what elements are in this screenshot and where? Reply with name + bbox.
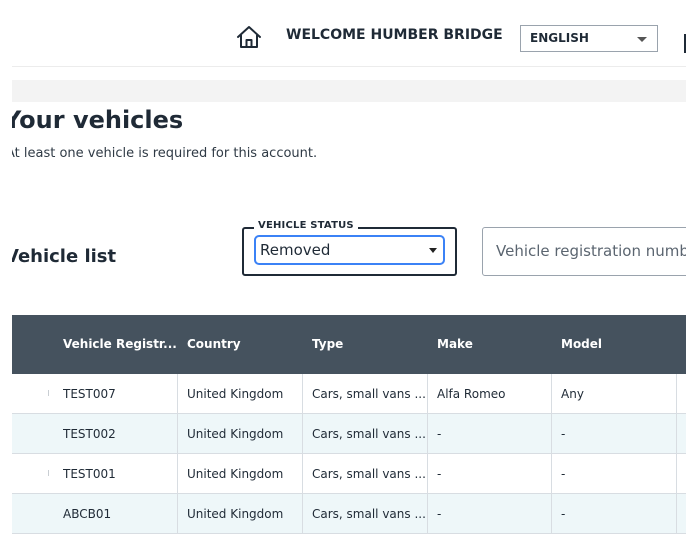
column-divider [177,454,178,494]
cell-type: Cars, small vans ... [312,467,426,481]
vehicle-status-select[interactable]: Removed [254,235,445,265]
breadcrumb-band [12,80,686,102]
column-divider [177,414,178,454]
column-divider [177,374,178,414]
cell-registration: TEST007 [63,387,116,401]
cell-registration: ABCB01 [63,507,112,521]
cell-country: United Kingdom [187,387,284,401]
vehicle-status-value: Removed [260,241,331,259]
vehicle-list-title: Vehicle list [5,246,117,267]
cell-country: United Kingdom [187,467,284,481]
column-header-type[interactable]: Type [312,337,343,351]
column-divider [302,454,303,494]
cell-type: Cars, small vans ... [312,427,426,441]
cell-registration: TEST002 [63,427,116,441]
language-select[interactable]: ENGLISH [520,25,658,52]
cell-type: Cars, small vans ... [312,507,426,521]
cell-model: Any [561,387,584,401]
cell-model: - [561,427,566,441]
column-header-model[interactable]: Model [561,337,602,351]
column-header-make[interactable]: Make [437,337,473,351]
column-divider [427,374,428,414]
cell-country: United Kingdom [187,427,284,441]
cell-model: - [561,507,566,521]
column-divider [676,414,677,454]
viewport-left-edge [0,0,12,521]
page-title: Your vehicles [4,106,184,134]
chevron-down-icon [637,37,647,42]
column-divider [676,454,677,494]
cell-make: - [437,427,442,441]
column-divider [551,494,552,534]
page-subtitle: At least one vehicle is required for thi… [6,146,318,161]
cell-country: United Kingdom [187,507,284,521]
table-header: Vehicle Registr... Country Type Make Mod… [12,315,686,374]
registration-search-field[interactable] [482,227,686,276]
column-divider [427,494,428,534]
welcome-text: WELCOME HUMBER BRIDGE [286,27,503,43]
row-marker [48,390,49,396]
column-divider [551,374,552,414]
row-marker [48,470,49,476]
column-divider [427,454,428,494]
column-divider [302,414,303,454]
vehicles-page: WELCOME HUMBER BRIDGE ENGLISH Your vehic… [0,0,686,534]
registration-search-input[interactable] [496,240,686,262]
column-divider [177,494,178,534]
vehicle-status-label: VEHICLE STATUS [254,220,358,231]
top-header: WELCOME HUMBER BRIDGE ENGLISH [12,10,686,67]
column-divider [551,414,552,454]
table-row[interactable]: TEST002 United Kingdom Cars, small vans … [12,414,686,454]
cell-type: Cars, small vans ... [312,387,426,401]
column-divider [427,414,428,454]
cell-registration: TEST001 [63,467,116,481]
column-header-country[interactable]: Country [187,337,241,351]
cell-make: Alfa Romeo [437,387,506,401]
chevron-down-icon [429,248,437,253]
column-divider [302,494,303,534]
column-header-registration[interactable]: Vehicle Registr... [63,337,177,351]
column-divider [302,374,303,414]
table-row[interactable]: ABCB01 United Kingdom Cars, small vans .… [12,494,686,534]
column-divider [551,454,552,494]
cell-make: - [437,507,442,521]
table-row[interactable]: TEST007 United Kingdom Cars, small vans … [12,374,686,414]
column-divider [676,374,677,414]
cell-model: - [561,467,566,481]
cell-make: - [437,467,442,481]
home-icon[interactable] [235,23,263,51]
table-row[interactable]: TEST001 United Kingdom Cars, small vans … [12,454,686,494]
column-divider [676,494,677,534]
language-value: ENGLISH [530,31,589,45]
